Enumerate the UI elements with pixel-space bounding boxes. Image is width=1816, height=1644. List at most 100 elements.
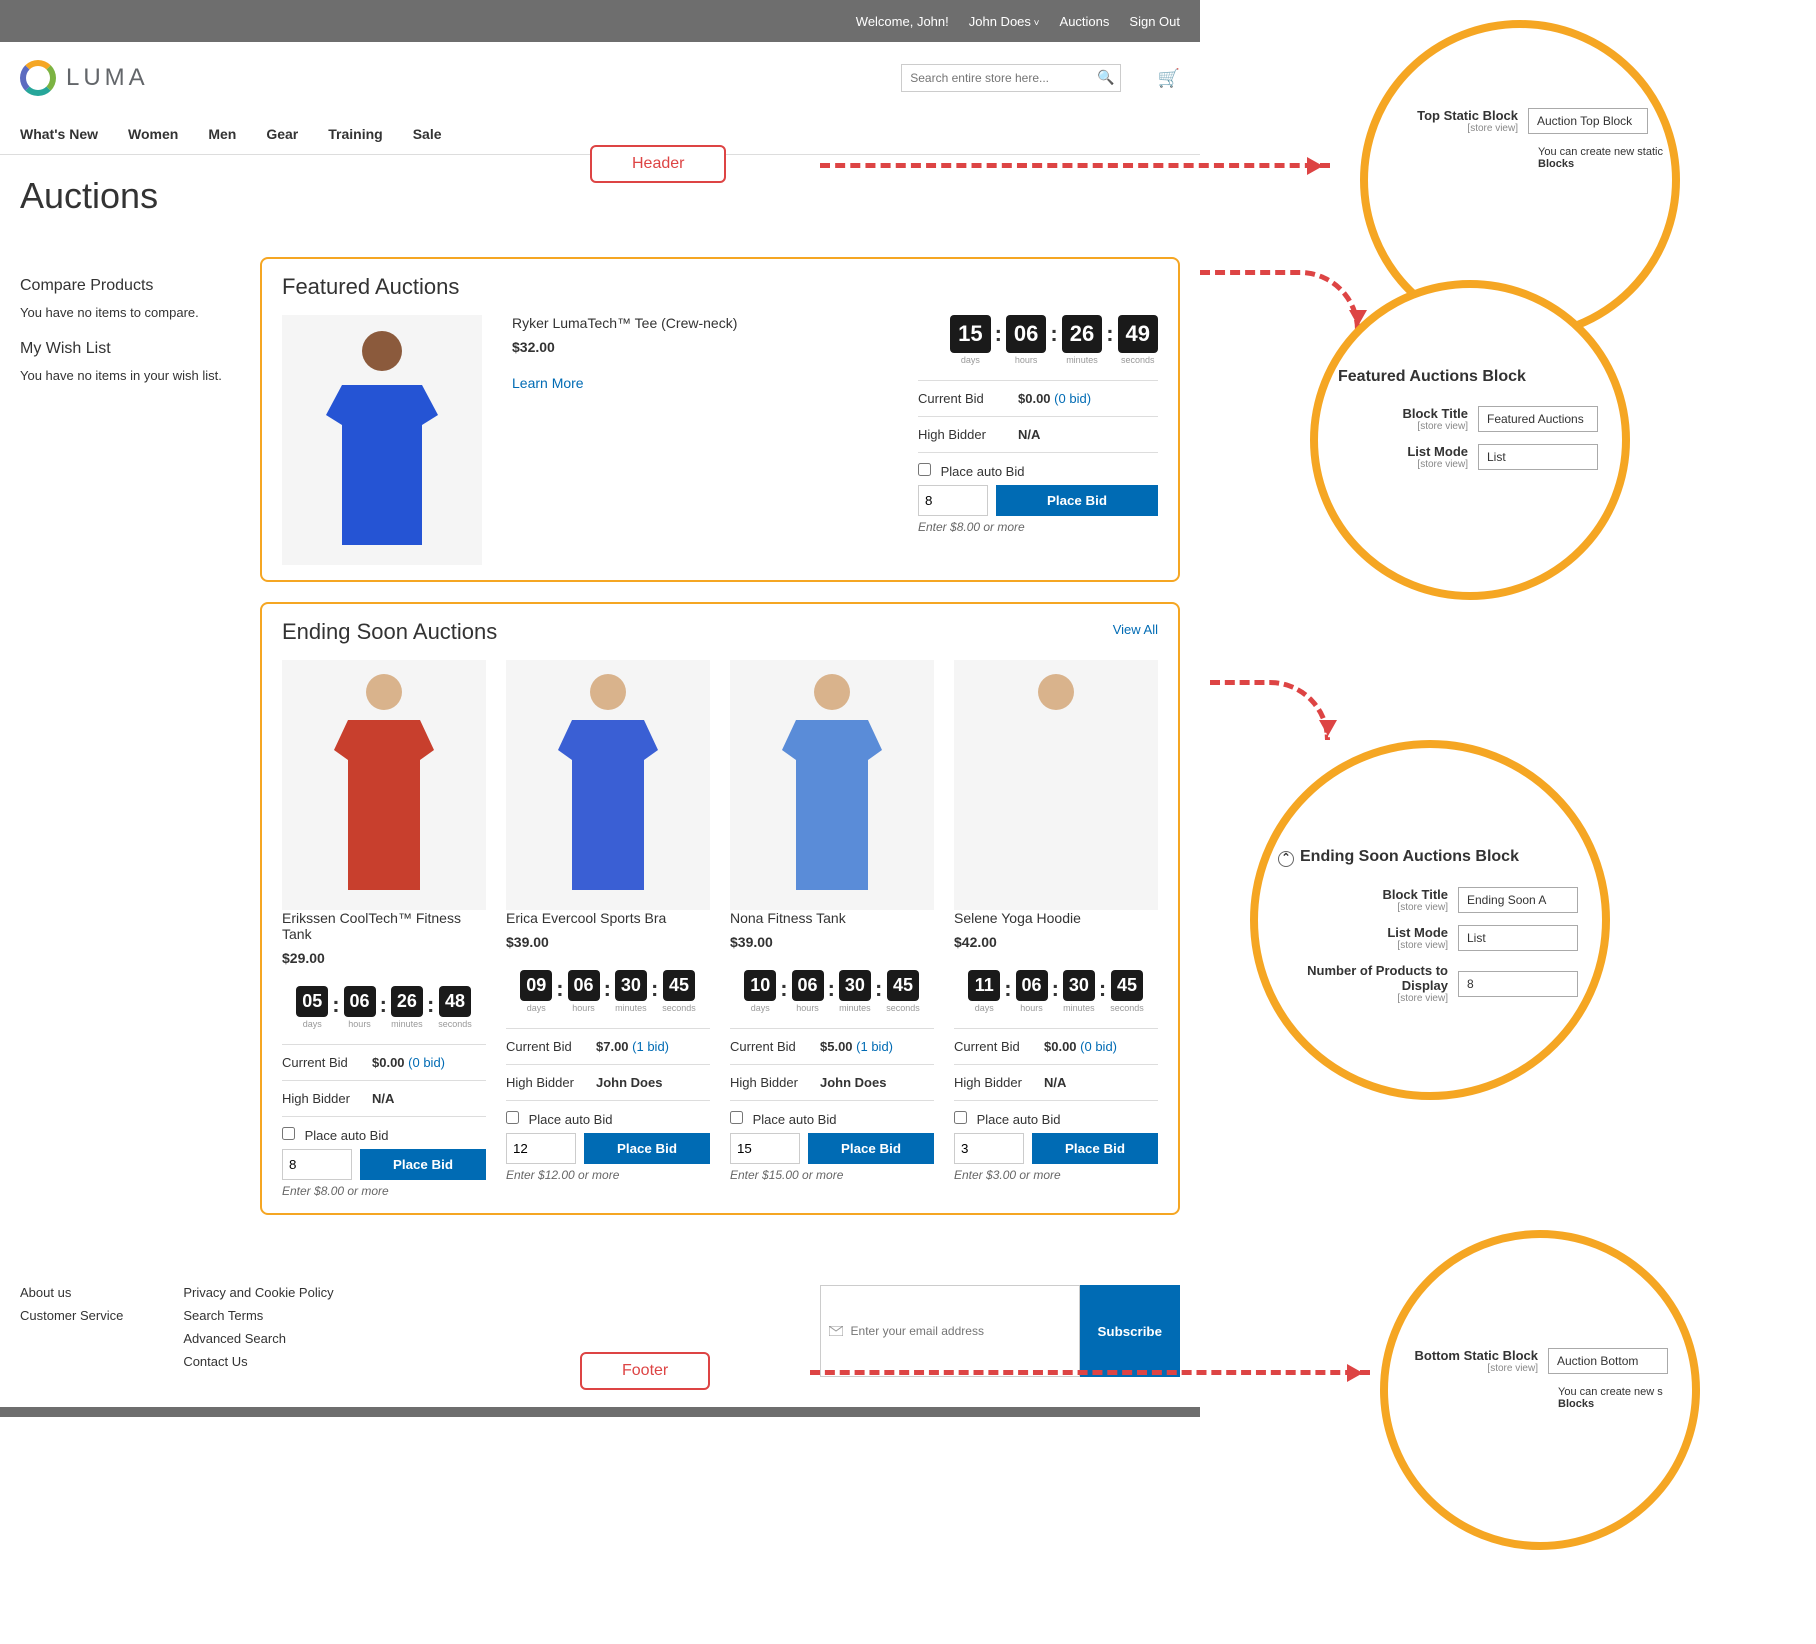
product-price: $39.00 — [506, 934, 710, 950]
product-name[interactable]: Erica Evercool Sports Bra — [506, 910, 710, 926]
learn-more-link[interactable]: Learn More — [512, 375, 584, 391]
product-image[interactable] — [730, 660, 934, 910]
product-name[interactable]: Selene Yoga Hoodie — [954, 910, 1158, 926]
product-image[interactable] — [282, 315, 482, 565]
product-image[interactable] — [282, 660, 486, 910]
logo-text: LUMA — [66, 64, 149, 92]
auction-grid-item: Erikssen CoolTech™ Fitness Tank $29.00 0… — [282, 660, 486, 1198]
subscribe-button[interactable]: Subscribe — [1080, 1285, 1180, 1377]
footer-link[interactable]: Advanced Search — [183, 1331, 333, 1346]
wishlist-heading: My Wish List — [20, 340, 240, 358]
collapse-icon[interactable]: ⌃ — [1278, 851, 1294, 867]
newsletter-input[interactable] — [820, 1285, 1080, 1377]
wishlist-empty: You have no items in your wish list. — [20, 368, 240, 383]
product-image[interactable] — [954, 660, 1158, 910]
place-bid-button[interactable]: Place Bid — [360, 1149, 486, 1180]
product-image[interactable] — [506, 660, 710, 910]
admin-select[interactable]: List — [1478, 444, 1598, 470]
admin-featured-circle: Featured Auctions Block Block Title[stor… — [1310, 280, 1630, 600]
auto-bid-checkbox[interactable]: Place auto Bid — [918, 464, 1024, 479]
auto-bid-checkbox[interactable]: Place auto Bid — [954, 1112, 1060, 1127]
cart-icon[interactable]: 🛒 — [1158, 68, 1180, 89]
bid-hint: Enter $8.00 or more — [918, 520, 1158, 534]
search-input[interactable] — [901, 64, 1121, 92]
product-price: $39.00 — [730, 934, 934, 950]
bid-count-link[interactable]: (1 bid) — [856, 1039, 893, 1054]
nav-item[interactable]: Sale — [413, 114, 442, 154]
product-name[interactable]: Ryker LumaTech™ Tee (Crew-neck) — [512, 315, 888, 331]
bid-amount-input[interactable] — [730, 1133, 800, 1164]
admin-input[interactable]: Ending Soon A — [1458, 887, 1578, 913]
compare-heading: Compare Products — [20, 277, 240, 295]
nav-item[interactable]: Training — [328, 114, 382, 154]
signout-link[interactable]: Sign Out — [1129, 14, 1180, 29]
auto-bid-checkbox[interactable]: Place auto Bid — [282, 1128, 388, 1143]
place-bid-button[interactable]: Place Bid — [996, 485, 1158, 516]
auctions-link[interactable]: Auctions — [1060, 14, 1110, 29]
bid-hint: Enter $15.00 or more — [730, 1168, 934, 1182]
bid-amount-input[interactable] — [918, 485, 988, 516]
compare-empty: You have no items to compare. — [20, 305, 240, 320]
nav-item[interactable]: What's New — [20, 114, 98, 154]
product-price: $32.00 — [512, 339, 888, 355]
product-name[interactable]: Nona Fitness Tank — [730, 910, 934, 926]
admin-input[interactable]: Featured Auctions — [1478, 406, 1598, 432]
admin-input[interactable]: Auction Bottom — [1548, 1348, 1668, 1374]
admin-input[interactable]: Auction Top Block — [1528, 108, 1648, 134]
user-menu[interactable]: John Does — [969, 14, 1040, 29]
arrow-icon — [820, 163, 1330, 168]
bid-count-link[interactable]: (0 bid) — [1080, 1039, 1117, 1054]
footer-link[interactable]: Privacy and Cookie Policy — [183, 1285, 333, 1300]
product-price: $42.00 — [954, 934, 1158, 950]
footer-link[interactable]: Customer Service — [20, 1308, 123, 1323]
place-bid-button[interactable]: Place Bid — [1032, 1133, 1158, 1164]
product-price: $29.00 — [282, 950, 486, 966]
bid-amount-input[interactable] — [954, 1133, 1024, 1164]
logo[interactable]: LUMA — [20, 60, 149, 96]
countdown-timer: 09days: 06hours: 30minutes: 45seconds — [506, 970, 710, 1013]
header-annotation: Header — [590, 145, 726, 183]
admin-select[interactable]: List — [1458, 925, 1578, 951]
footer-link[interactable]: Search Terms — [183, 1308, 333, 1323]
auto-bid-checkbox[interactable]: Place auto Bid — [730, 1112, 836, 1127]
featured-title: Featured Auctions — [282, 274, 1158, 300]
footer-link[interactable]: About us — [20, 1285, 123, 1300]
nav-item[interactable]: Women — [128, 114, 178, 154]
admin-bottom-static-circle: Bottom Static Block[store view] Auction … — [1380, 1230, 1700, 1550]
countdown-timer: 11days: 06hours: 30minutes: 45seconds — [954, 970, 1158, 1013]
nav-item[interactable]: Gear — [266, 114, 298, 154]
countdown-timer: 10days: 06hours: 30minutes: 45seconds — [730, 970, 934, 1013]
footer-link[interactable]: Contact Us — [183, 1354, 333, 1369]
curve-arrow-icon — [1210, 680, 1330, 740]
place-bid-button[interactable]: Place Bid — [808, 1133, 934, 1164]
product-name[interactable]: Erikssen CoolTech™ Fitness Tank — [282, 910, 486, 942]
bottom-bar — [0, 1407, 1200, 1417]
ending-soon-block: Ending Soon Auctions View All Erikssen C… — [260, 602, 1180, 1215]
arrow-icon — [810, 1370, 1370, 1375]
logo-icon — [20, 60, 56, 96]
admin-input[interactable]: 8 — [1458, 971, 1578, 997]
nav-item[interactable]: Men — [208, 114, 236, 154]
countdown-timer: 15days: 06hours: 26minutes: 49seconds — [918, 315, 1158, 365]
ending-title: Ending Soon Auctions — [282, 619, 1158, 645]
bid-count-link[interactable]: (0 bid) — [1054, 391, 1091, 406]
bid-hint: Enter $8.00 or more — [282, 1184, 486, 1198]
bid-hint: Enter $3.00 or more — [954, 1168, 1158, 1182]
search-icon[interactable]: 🔍 — [1097, 69, 1114, 85]
welcome-text: Welcome, John! — [856, 14, 949, 29]
footer-annotation: Footer — [580, 1352, 710, 1390]
sidebar: Compare Products You have no items to co… — [20, 257, 240, 1235]
bid-amount-input[interactable] — [282, 1149, 352, 1180]
bid-count-link[interactable]: (0 bid) — [408, 1055, 445, 1070]
topbar: Welcome, John! John Does Auctions Sign O… — [0, 0, 1200, 42]
auction-grid-item: Erica Evercool Sports Bra $39.00 09days:… — [506, 660, 710, 1198]
curve-arrow-icon — [1200, 270, 1360, 330]
auto-bid-checkbox[interactable]: Place auto Bid — [506, 1112, 612, 1127]
bid-count-link[interactable]: (1 bid) — [632, 1039, 669, 1054]
admin-ending-circle: ⌃Ending Soon Auctions Block Block Title[… — [1250, 740, 1610, 1100]
bid-amount-input[interactable] — [506, 1133, 576, 1164]
view-all-link[interactable]: View All — [1113, 622, 1158, 637]
place-bid-button[interactable]: Place Bid — [584, 1133, 710, 1164]
auction-grid-item: Selene Yoga Hoodie $42.00 11days: 06hour… — [954, 660, 1158, 1198]
auction-grid-item: Nona Fitness Tank $39.00 10days: 06hours… — [730, 660, 934, 1198]
